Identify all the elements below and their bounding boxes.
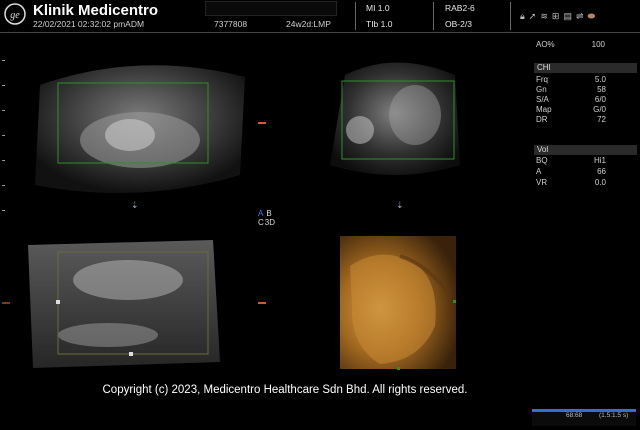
header-divider — [433, 2, 434, 30]
exam-preset: OB-2/3 — [445, 19, 472, 29]
param-row: DR 72 — [536, 115, 606, 124]
ultrasound-view-c[interactable] — [28, 240, 228, 370]
quad-selector[interactable]: AB C3D — [258, 209, 275, 227]
quad-label-b[interactable]: B — [266, 209, 271, 218]
param-row: Map G/0 — [536, 105, 606, 114]
probe-name: RAB2-6 — [445, 3, 475, 13]
quad-label-d[interactable]: 3D — [265, 218, 275, 227]
header-divider — [355, 2, 356, 30]
vol-params: BQ Hi1 A 66 VR 0.0 — [536, 156, 606, 189]
ao-value: 100 — [591, 40, 605, 49]
orientation-marker-icon: ⇣ — [396, 200, 404, 210]
chi-header: CHI — [534, 63, 637, 73]
quad-label-a[interactable]: A — [258, 209, 263, 218]
scan-arrow-marker — [258, 122, 266, 124]
scan-arrow-marker — [2, 302, 10, 304]
orientation-marker-icon: ⇣ — [131, 200, 139, 210]
depth-scale — [2, 60, 5, 211]
lock-icon: 🔒︎ — [520, 10, 525, 21]
param-row: S/A 6/0 — [536, 95, 606, 104]
wifi-icon: ≋ — [540, 10, 548, 21]
status-icons: 🔒︎ ➚ ≋ ⊞ ▤ ⇌ ⬬ — [520, 9, 595, 23]
cine-frame-count: 68:68 — [566, 412, 583, 419]
param-row: A 66 — [536, 167, 606, 176]
disk-icon: ⬬ — [587, 10, 596, 21]
chi-params: Frq 5.0 Gn 58 S/A 6/0 Map G/0 DR 72 — [536, 75, 606, 125]
thermal-index: TIb 1.0 — [366, 19, 393, 29]
header-divider — [510, 2, 511, 30]
ultrasound-view-b[interactable] — [300, 55, 490, 195]
ao-label: AO% — [536, 40, 555, 49]
patient-id: 7377808 — [214, 19, 248, 29]
copyright-text: Copyright (c) 2023, Medicentro Healthcar… — [102, 384, 468, 396]
render-3d-view[interactable] — [340, 236, 458, 371]
scan-arrow-marker — [258, 302, 266, 304]
quad-label-c[interactable]: C — [258, 218, 264, 227]
exam-datetime: 22/02/2021 02:32:02 pmADM — [33, 19, 145, 29]
mechanical-index: MI 1.0 — [366, 3, 390, 13]
svg-text:ge: ge — [10, 10, 20, 21]
param-row: VR 0.0 — [536, 178, 606, 187]
pointer-icon: ➚ — [528, 10, 537, 21]
network-icon: ⊞ — [551, 10, 560, 21]
gestational-age: 24w2d:LMP — [286, 19, 331, 29]
ge-logo-icon: ge — [4, 3, 26, 25]
redacted-patient-name — [205, 1, 337, 16]
vol-header: Vol — [534, 145, 637, 155]
param-row: Gn 58 — [536, 85, 606, 94]
clinic-name: Klinik Medicentro — [33, 2, 159, 19]
printer-icon: ▤ — [563, 10, 572, 21]
param-row: BQ Hi1 — [536, 156, 606, 165]
ultrasound-view-a[interactable] — [20, 35, 260, 205]
usb-icon: ⇌ — [575, 10, 584, 21]
param-row: Frq 5.0 — [536, 75, 606, 84]
header-separator — [0, 32, 640, 33]
cine-loop-speed: (1.5:1.5 s) — [599, 412, 629, 419]
